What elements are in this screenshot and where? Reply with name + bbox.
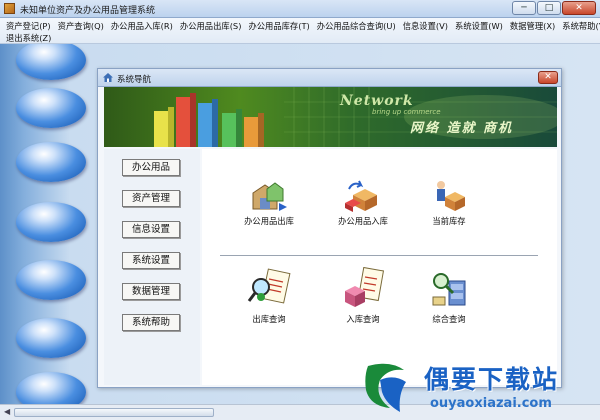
menu-bar: 资产登记(P) 资产查询(Q) 办公用品入库(R) 办公用品出库(S) 办公用品… — [0, 18, 600, 44]
banner-network-text: Network — [340, 93, 414, 109]
menu-asset-query[interactable]: 资产查询(Q) — [58, 20, 104, 32]
bubble-decoration — [16, 202, 86, 242]
left-navigation: 办公用品 资产管理 信息设置 系统设置 数据管理 系统帮助 — [104, 149, 200, 385]
watermark-logo-icon — [365, 363, 406, 412]
close-button[interactable]: ✕ — [562, 1, 596, 15]
menu-supplies-outbound[interactable]: 办公用品出库(S) — [180, 20, 242, 32]
tile-outbound-query-label: 出库查询 — [252, 314, 286, 324]
bubble-decoration — [16, 142, 86, 182]
nav-system-help-button[interactable]: 系统帮助 — [122, 314, 180, 331]
title-bar: 未知单位资产及办公用品管理系统 ─ □ ✕ — [0, 0, 600, 18]
bubble-decoration — [16, 318, 86, 358]
tile-supplies-inbound[interactable]: 办公用品入库 — [326, 179, 400, 227]
tile-supplies-inbound-label: 办公用品入库 — [338, 216, 388, 226]
tile-combined-query-label: 综合查询 — [432, 314, 466, 324]
minimize-button[interactable]: ─ — [512, 1, 536, 15]
menu-exit[interactable]: 退出系统(Z) — [6, 32, 51, 44]
cabinet-search-icon — [432, 273, 466, 306]
magnifier-document-icon — [247, 268, 291, 304]
menu-row-1: 资产登记(P) 资产查询(Q) 办公用品入库(R) 办公用品出库(S) 办公用品… — [6, 20, 600, 32]
menu-data-management[interactable]: 数据管理(X) — [510, 20, 555, 32]
window-title: 未知单位资产及办公用品管理系统 — [20, 6, 156, 16]
tile-inbound-query-label: 入库查询 — [346, 314, 380, 324]
nav-office-supplies-button[interactable]: 办公用品 — [122, 159, 180, 176]
bubble-decoration — [16, 44, 86, 80]
navigation-window-titlebar: 系统导航 ✕ — [98, 69, 561, 87]
navigation-close-button[interactable]: ✕ — [538, 71, 558, 84]
function-panel: 办公用品出库 办公用品入库 当前库存 出库查询 入库查询 综合查询 — [202, 149, 557, 385]
banner-slogan: 网络 造就 商机 — [410, 121, 514, 136]
tile-outbound-query[interactable]: 出库查询 — [232, 267, 306, 325]
app-icon — [4, 3, 15, 14]
menu-supplies-inbound[interactable]: 办公用品入库(R) — [111, 20, 173, 32]
tile-combined-query[interactable]: 综合查询 — [412, 267, 486, 325]
box-document-icon — [345, 267, 385, 307]
bubble-decoration — [16, 372, 86, 408]
banner-image: Network bring up commerce 网络 造就 商机 — [104, 87, 557, 147]
menu-system-help[interactable]: 系统帮助(Y) — [562, 20, 600, 32]
nav-info-settings-button[interactable]: 信息设置 — [122, 221, 180, 238]
navigation-window-title: 系统导航 — [117, 75, 152, 85]
tile-supplies-outbound-label: 办公用品出库 — [244, 216, 294, 226]
watermark-text: 偶要下载站 — [424, 365, 560, 394]
home-icon — [103, 73, 113, 82]
menu-system-settings[interactable]: 系统设置(W) — [455, 20, 503, 32]
bubble-decoration — [16, 260, 86, 300]
menu-supplies-stock[interactable]: 办公用品库存(T) — [248, 20, 309, 32]
stock-boxes-icon — [437, 181, 465, 211]
warehouse-outbound-icon — [252, 182, 287, 211]
boxes-inbound-icon — [345, 180, 377, 212]
banner-subtitle: bring up commerce — [372, 108, 441, 116]
nav-system-settings-button[interactable]: 系统设置 — [122, 252, 180, 269]
section-divider — [220, 255, 538, 257]
scrollbar-thumb[interactable] — [14, 408, 214, 417]
tile-current-stock-label: 当前库存 — [432, 216, 466, 226]
maximize-button[interactable]: □ — [537, 1, 561, 15]
watermark: 偶要下载站 ouyaoxiazai.com — [360, 360, 596, 416]
nav-asset-management-button[interactable]: 资产管理 — [122, 190, 180, 207]
tile-supplies-outbound[interactable]: 办公用品出库 — [232, 179, 306, 227]
bubble-decoration — [16, 88, 86, 128]
navigation-window: 系统导航 ✕ Network bring up commerce 网络 造就 商… — [97, 68, 562, 388]
tile-current-stock[interactable]: 当前库存 — [412, 179, 486, 227]
watermark-url: ouyaoxiazai.com — [430, 396, 552, 411]
tile-inbound-query[interactable]: 入库查询 — [326, 267, 400, 325]
menu-supplies-query[interactable]: 办公用品综合查询(U) — [317, 20, 396, 32]
nav-data-management-button[interactable]: 数据管理 — [122, 283, 180, 300]
scroll-left-icon[interactable]: ◀ — [4, 407, 10, 416]
menu-row-2: 退出系统(Z) — [6, 32, 58, 44]
window-controls: ─ □ ✕ — [512, 1, 596, 15]
menu-info-settings[interactable]: 信息设置(V) — [403, 20, 448, 32]
menu-asset-register[interactable]: 资产登记(P) — [6, 20, 51, 32]
